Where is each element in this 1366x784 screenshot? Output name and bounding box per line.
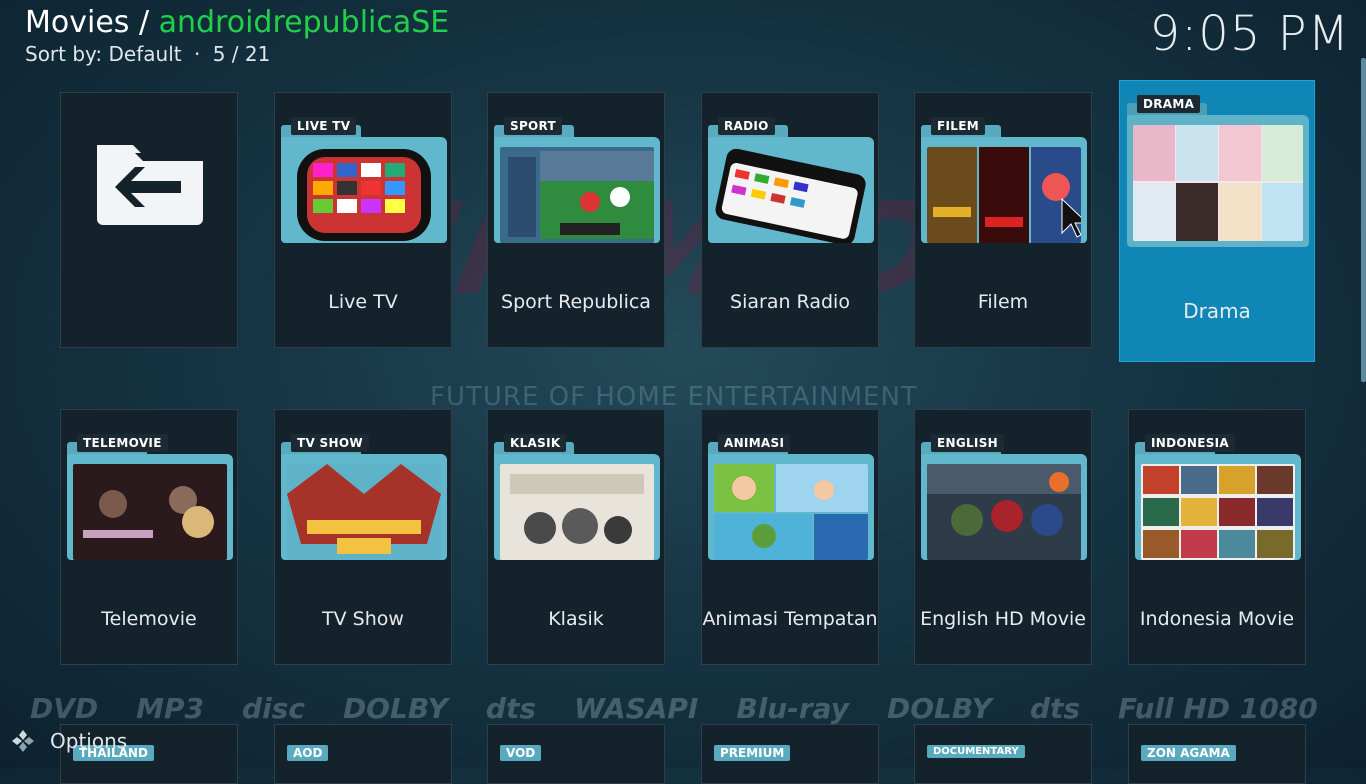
indonesia-art [1141, 464, 1295, 560]
page-title: Movies / androidrepublicaSE [25, 4, 449, 42]
tile-label: Live TV [328, 291, 398, 313]
radio-art [714, 147, 868, 243]
tile-tag: FILEM [931, 117, 985, 135]
header: Movies / androidrepublicaSE Sort by: Def… [25, 4, 449, 66]
scrollbar[interactable] [1361, 58, 1366, 382]
tile-tag: SPORT [504, 117, 563, 135]
telemovie-folder: TELEMOVIE [67, 434, 233, 560]
tile-label: Siaran Radio [730, 291, 850, 313]
tile-zon-agama[interactable]: ZON AGAMA [1128, 724, 1306, 784]
tile-label: Drama [1183, 299, 1251, 323]
tile-animasi[interactable]: ANIMASI Animasi Tempatan [701, 409, 879, 665]
tile-tag: ZON AGAMA [1141, 745, 1236, 761]
tile-drama[interactable]: DRAMA Drama [1119, 80, 1315, 362]
tile-documentary[interactable]: DOCUMENTARY [914, 724, 1092, 784]
telemovie-art [73, 464, 227, 560]
bluray-logo: Blu-ray [736, 691, 849, 725]
background-tagline: FUTURE OF HOME ENTERTAINMENT [430, 382, 918, 412]
tvshow-art [287, 464, 441, 560]
tile-tag: ENGLISH [931, 434, 1004, 452]
tile-vod[interactable]: VOD [487, 724, 665, 784]
tile-label: English HD Movie [920, 608, 1086, 630]
tile-tag: AOD [287, 745, 329, 761]
tile-label: TV Show [322, 608, 404, 630]
tile-label: Indonesia Movie [1139, 608, 1295, 630]
tile-tag: INDONESIA [1145, 434, 1236, 452]
tile-telemovie[interactable]: TELEMOVIE Telemovie [60, 409, 238, 665]
animasi-folder: ANIMASI [708, 434, 874, 560]
english-folder: ENGLISH [921, 434, 1087, 560]
tile-english[interactable]: ENGLISH English HD Movie [914, 409, 1092, 665]
tv-show-folder: TV SHOW [281, 434, 447, 560]
tile-tag: VOD [500, 745, 542, 761]
tile-tag: KLASIK [504, 434, 567, 452]
filem-folder: FILEM [921, 117, 1087, 243]
tv-channels-art [297, 149, 431, 241]
item-position: 5 / 21 [212, 42, 271, 66]
live-tv-folder: LIVE TV [281, 117, 447, 243]
tile-label: Animasi Tempatan [702, 608, 878, 630]
tile-tag: ANIMASI [718, 434, 791, 452]
tile-label: Telemovie [101, 608, 197, 630]
tile-label: Sport Republica [501, 291, 651, 313]
options-label: Options [50, 729, 128, 753]
tile-tag: DRAMA [1137, 95, 1201, 113]
football-art [500, 147, 654, 243]
tile-label: Klasik [548, 608, 604, 630]
dolby-logo: DOLBY [342, 691, 448, 725]
tile-tv-show[interactable]: TV SHOW TV Show [274, 409, 452, 665]
clock: 9:05 PM [1149, 6, 1350, 62]
tile-indonesia[interactable]: INDONESIA Indonesia Movie [1128, 409, 1306, 665]
tile-tag: PREMIUM [714, 745, 791, 761]
tile-radio[interactable]: RADIO Siaran Radio [701, 92, 879, 348]
source-title: androidrepublicaSE [158, 5, 450, 40]
title-separator: / [129, 5, 159, 40]
tile-filem[interactable]: FILEM Filem [914, 92, 1092, 348]
sort-separator-dot: · [193, 42, 201, 66]
dolby-logo-2: DOLBY [886, 691, 992, 725]
mp3-logo: MP3 [136, 691, 205, 725]
klasik-folder: KLASIK [494, 434, 660, 560]
klasik-art [500, 464, 654, 560]
sort-label: Sort by: Default [25, 42, 182, 66]
fullhd-logo: Full HD 1080 [1118, 691, 1318, 725]
radio-folder: RADIO [708, 117, 874, 243]
sport-folder: SPORT [494, 117, 660, 243]
tile-label: Filem [977, 291, 1029, 313]
tile-sport[interactable]: SPORT Sport Republica [487, 92, 665, 348]
wasapi-logo: WASAPI [574, 691, 699, 725]
tile-tag: DOCUMENTARY [927, 745, 1025, 758]
tile-live-tv[interactable]: LIVE TV Live TV [274, 92, 452, 348]
animasi-art [714, 464, 868, 560]
dvd-logo: DVD [30, 691, 99, 725]
options-button[interactable]: Options [10, 728, 127, 754]
disc-logo: disc [242, 691, 305, 725]
options-icon [12, 730, 34, 752]
tile-back[interactable] [60, 92, 238, 348]
dts-logo: dts [485, 691, 537, 725]
tile-tag: LIVE TV [291, 117, 357, 135]
movie-posters-art [927, 147, 1081, 243]
english-art [927, 464, 1081, 560]
section-title: Movies [25, 5, 130, 40]
sort-info: Sort by: Default · 5 / 21 [25, 42, 449, 66]
drama-posters-art [1133, 125, 1303, 241]
tile-klasik[interactable]: KLASIK Klasik [487, 409, 665, 665]
indonesia-folder: INDONESIA [1135, 434, 1301, 560]
tile-aod[interactable]: AOD [274, 724, 452, 784]
tile-tag: RADIO [718, 117, 775, 135]
back-folder-icon [97, 145, 203, 225]
tile-tag: TV SHOW [291, 434, 369, 452]
tile-tag: TELEMOVIE [77, 434, 168, 452]
tile-premium[interactable]: PREMIUM [701, 724, 879, 784]
drama-folder: DRAMA [1127, 95, 1309, 247]
dts-logo-2: dts [1029, 691, 1081, 725]
